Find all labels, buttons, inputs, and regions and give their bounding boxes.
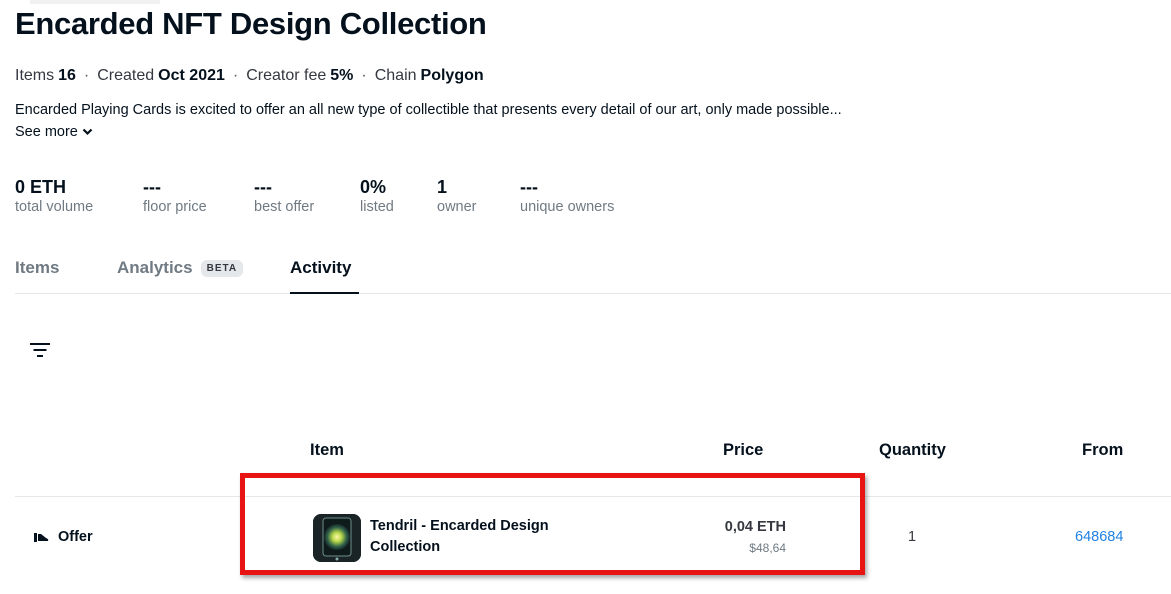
meta-fee-value: 5% [330, 67, 354, 84]
meta-items-value: 16 [58, 67, 76, 84]
stats-bar: 0 ETH total volume --- floor price --- b… [15, 176, 650, 215]
meta-fee-label: Creator fee [246, 67, 327, 84]
stat-label: listed [360, 199, 394, 215]
tab-activity[interactable]: Activity [290, 258, 360, 294]
collection-tabs: Items Analytics BETA Activity [15, 258, 1171, 294]
header-price: Price [723, 441, 764, 459]
event-type: Offer [33, 529, 93, 545]
header-quantity: Quantity [879, 441, 946, 459]
item-name-link[interactable]: Tendril - Encarded Design Collection [370, 516, 570, 558]
chevron-down-icon [82, 128, 93, 136]
quantity-value: 1 [908, 529, 917, 545]
filter-button[interactable] [29, 342, 51, 358]
beta-badge: BETA [200, 260, 244, 277]
meta-separator: · [361, 67, 367, 84]
header-from: From [1082, 441, 1124, 459]
filter-icon [30, 343, 50, 357]
collection-description: Encarded Playing Cards is excited to off… [15, 102, 842, 118]
tab-items[interactable]: Items [15, 258, 59, 292]
stat-best-offer: --- best offer [254, 176, 360, 215]
stat-total-volume: 0 ETH total volume [15, 176, 143, 215]
offer-hand-icon [34, 533, 49, 542]
stat-value: --- [254, 177, 272, 197]
meta-separator: · [83, 67, 90, 84]
tab-analytics[interactable]: Analytics BETA [117, 258, 244, 292]
meta-separator: · [232, 67, 239, 84]
stat-value: 0% [360, 177, 387, 197]
meta-chain-value: Polygon [420, 67, 484, 84]
stat-label: owner [437, 199, 477, 215]
stat-value: 1 [437, 177, 448, 197]
header-item: Item [310, 441, 344, 459]
stat-label: unique owners [520, 199, 615, 215]
meta-created-value: Oct 2021 [158, 67, 225, 84]
stat-listed: 0% listed [360, 176, 437, 215]
tab-label: Activity [290, 258, 352, 277]
see-more-label: See more [15, 124, 78, 140]
stat-label: floor price [143, 199, 207, 215]
tab-label: Items [15, 258, 60, 277]
from-account-link[interactable]: 648684 [1075, 529, 1123, 545]
collection-title: Encarded NFT Design Collection [15, 6, 487, 41]
stat-floor-price: --- floor price [143, 176, 254, 215]
stat-value: --- [143, 177, 161, 197]
item-thumbnail[interactable] [313, 514, 361, 562]
tab-label: Analytics [117, 258, 193, 277]
collection-meta: Items 16 · Created Oct 2021 · Creator fee 5… [15, 67, 484, 85]
price-eth: 0,04 ETH [724, 519, 786, 535]
stat-owner: 1 owner [437, 176, 520, 215]
event-label: Offer [58, 529, 93, 545]
meta-created-label: Created [97, 67, 155, 84]
item-image [313, 514, 361, 562]
meta-chain-label: Chain [374, 67, 417, 84]
table-divider [15, 496, 1171, 497]
stat-unique-owners: --- unique owners [520, 176, 650, 215]
stat-label: total volume [15, 199, 94, 215]
stat-label: best offer [254, 199, 315, 215]
stat-value: --- [520, 177, 538, 197]
top-edge-fade [30, 0, 160, 4]
meta-items-label: Items [15, 67, 55, 84]
stat-value: 0 ETH [15, 177, 67, 197]
price-usd: $48,64 [749, 541, 786, 555]
see-more-button[interactable]: See more [15, 124, 93, 140]
